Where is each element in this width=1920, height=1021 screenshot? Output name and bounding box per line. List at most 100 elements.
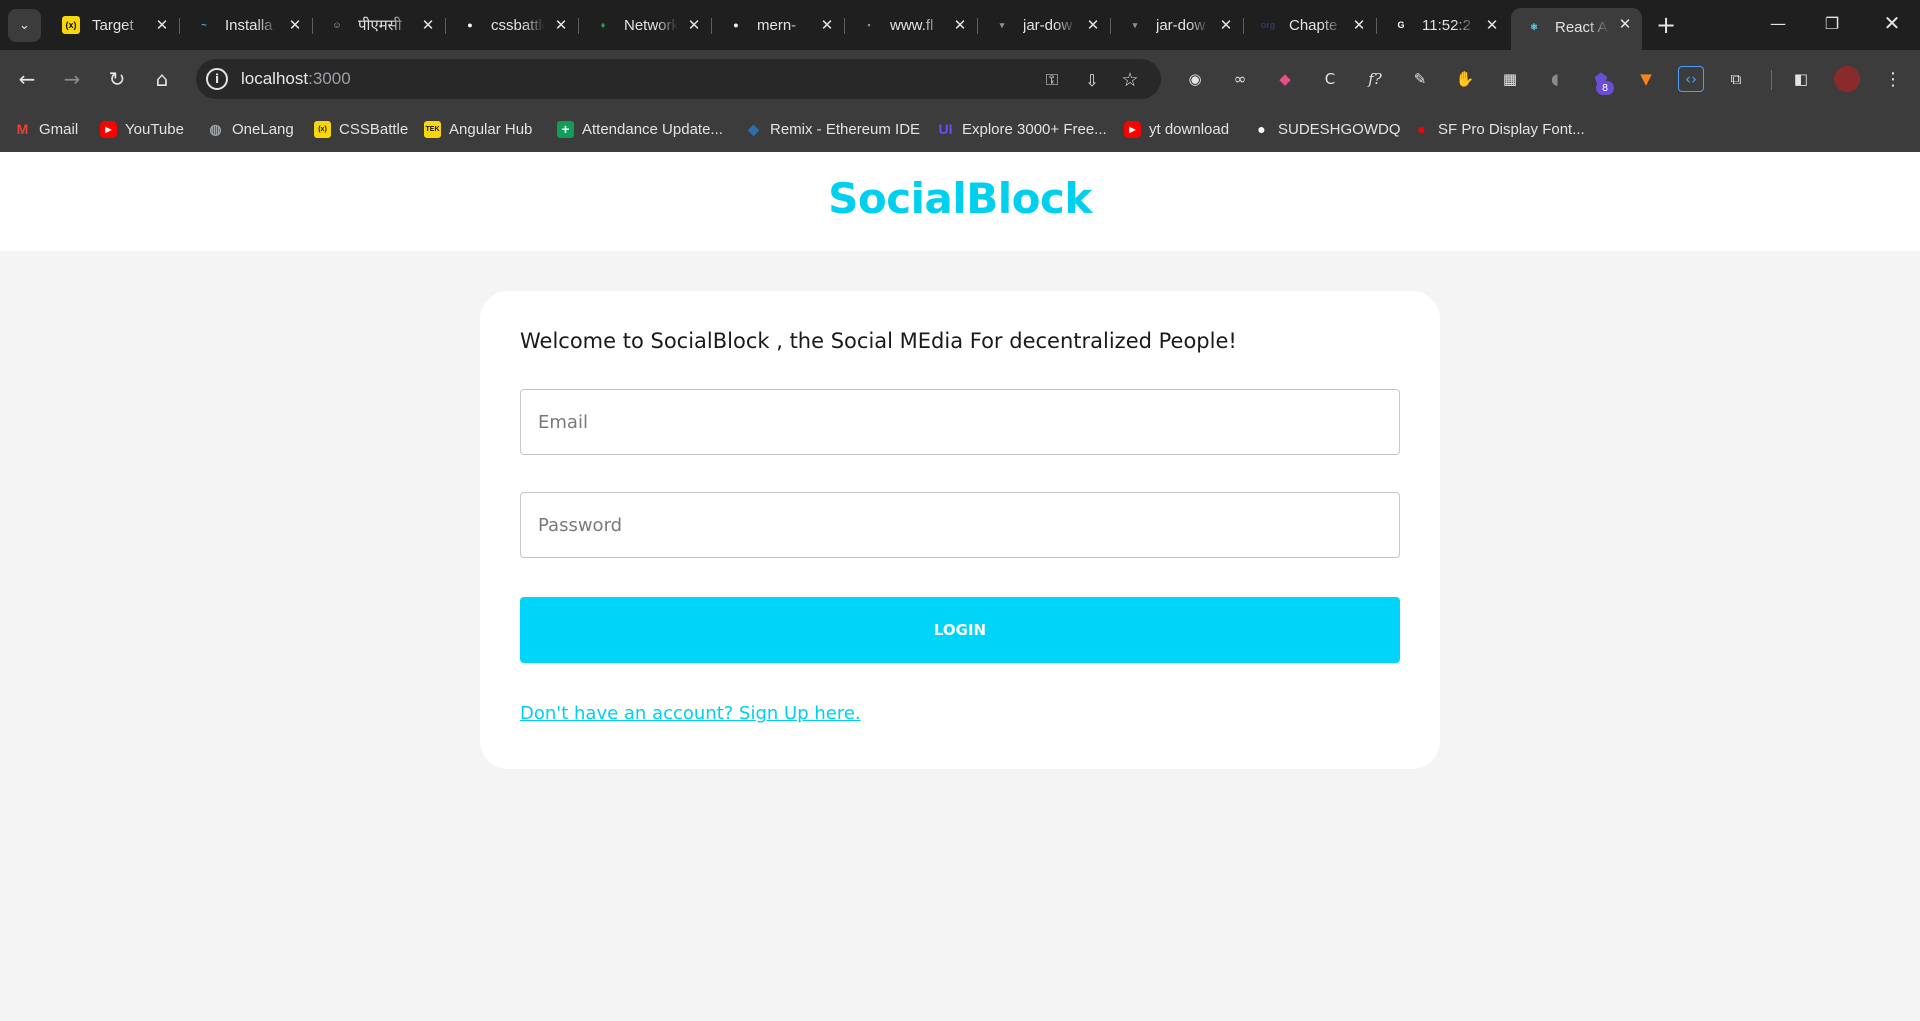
close-tab-icon[interactable]: ✕ xyxy=(286,16,304,34)
close-tab-icon[interactable]: ✕ xyxy=(1616,15,1634,33)
home-button[interactable]: ⌂ xyxy=(147,64,177,94)
minimize-button[interactable]: — xyxy=(1752,8,1804,38)
browser-tab[interactable]: (x) Target ✕ xyxy=(48,10,180,40)
password-field[interactable] xyxy=(520,492,1400,558)
bookmark-item[interactable]: TEK Angular Hub xyxy=(424,117,532,141)
close-tab-icon[interactable]: ✕ xyxy=(818,16,836,34)
tab-title: cssbattle xyxy=(491,16,545,34)
key-icon[interactable]: ⚿ xyxy=(1040,69,1064,91)
new-tab-button[interactable]: + xyxy=(1651,10,1681,40)
tab-title: पीएमसी xyxy=(358,17,402,34)
restore-button[interactable]: ❐ xyxy=(1806,8,1858,38)
fonts-extension-icon[interactable]: f? xyxy=(1362,66,1388,92)
close-tab-icon[interactable]: ✕ xyxy=(1350,16,1368,34)
login-card: Welcome to SocialBlock , the Social MEdi… xyxy=(480,291,1440,769)
tab-title: jar-dow xyxy=(1156,16,1206,34)
github-icon: ● xyxy=(467,20,473,30)
close-window-button[interactable]: ✕ xyxy=(1866,8,1918,38)
bookmark-star-icon[interactable]: ☆ xyxy=(1118,69,1142,91)
css-extension-icon[interactable]: C xyxy=(1317,66,1343,92)
browser-tab[interactable]: ▾ jar-dow ✕ xyxy=(979,10,1111,40)
block-extension-icon[interactable]: ✋ xyxy=(1452,66,1478,92)
side-panel-icon[interactable]: ◧ xyxy=(1788,66,1814,92)
calendar-extension-icon[interactable]: ▦ xyxy=(1497,66,1523,92)
browser-menu-icon[interactable]: ⋮ xyxy=(1880,66,1906,92)
bookmark-item[interactable]: + Attendance Update... xyxy=(557,117,723,141)
login-button[interactable]: LOGIN xyxy=(520,597,1400,663)
bookmark-item[interactable]: ◆ Remix - Ethereum IDE xyxy=(745,117,920,141)
google-icon: G xyxy=(1397,20,1405,30)
browser-tab[interactable]: G 11:52:2 ✕ xyxy=(1378,10,1509,40)
cssbattle-icon: (x) xyxy=(314,120,331,138)
color-picker-extension-icon[interactable]: ◆ xyxy=(1272,66,1298,92)
camera-extension-icon[interactable]: ◉ xyxy=(1182,66,1208,92)
email-field[interactable] xyxy=(520,389,1400,455)
browser-tab[interactable]: ♦ Network ✕ xyxy=(580,10,712,40)
address-url[interactable]: localhost:3000 xyxy=(241,69,351,89)
close-tab-icon[interactable]: ✕ xyxy=(951,16,969,34)
browser-tab[interactable]: ☺ पीएमसी ✕ xyxy=(314,10,446,40)
gmail-icon: M xyxy=(16,121,29,137)
bookmark-label: Explore 3000+ Free... xyxy=(962,120,1107,138)
close-tab-icon[interactable]: ✕ xyxy=(1084,16,1102,34)
reload-button[interactable]: ↻ xyxy=(102,64,132,94)
close-tab-icon[interactable]: ✕ xyxy=(552,16,570,34)
browser-tab[interactable]: ▾ jar-dow ✕ xyxy=(1112,10,1244,40)
bookmark-item[interactable]: ▶ YouTube xyxy=(100,117,184,141)
back-button[interactable]: ← xyxy=(12,64,42,94)
bookmark-item[interactable]: M Gmail xyxy=(14,117,79,141)
bookmark-label: Gmail xyxy=(39,120,79,138)
tab-divider xyxy=(1243,18,1244,34)
bookmark-item[interactable]: ▶ yt download xyxy=(1124,117,1229,141)
download-icon: ▾ xyxy=(1132,19,1138,30)
org-icon: org xyxy=(1260,20,1276,30)
mongodb-leaf-icon: ♦ xyxy=(600,20,606,30)
tab-title: www.fl xyxy=(890,16,934,34)
bookmark-item[interactable]: (x) CSSBattle xyxy=(314,117,408,141)
glasses-extension-icon[interactable]: ∞ xyxy=(1227,66,1253,92)
bookmark-label: YouTube xyxy=(125,120,184,138)
tab-search-button[interactable]: ⌄ xyxy=(8,9,41,42)
metamask-extension-icon[interactable]: ▼ xyxy=(1633,66,1659,92)
xd-icon: (x) xyxy=(62,16,80,34)
tab-title: jar-dow xyxy=(1023,16,1073,34)
tab-divider xyxy=(977,18,978,34)
bookmark-item[interactable]: ● SUDESHGOWDQ xyxy=(1253,117,1401,141)
close-tab-icon[interactable]: ✕ xyxy=(419,16,437,34)
tab-title: Chapte xyxy=(1289,16,1338,34)
tab-divider xyxy=(179,18,180,34)
bookmark-item[interactable]: ● SF Pro Display Font... xyxy=(1413,117,1585,141)
close-tab-icon[interactable]: ✕ xyxy=(685,16,703,34)
file-icon: ▪ xyxy=(867,20,871,30)
site-info-icon[interactable]: i xyxy=(206,68,228,90)
extensions-puzzle-icon[interactable]: ⧉ xyxy=(1723,66,1749,92)
download-icon: ▾ xyxy=(999,19,1005,30)
browser-tab[interactable]: ● cssbattle ✕ xyxy=(447,10,579,40)
bookmark-label: SF Pro Display Font... xyxy=(1438,120,1585,138)
signup-link[interactable]: Don't have an account? Sign Up here. xyxy=(520,703,861,724)
bookmark-item[interactable]: ◍ OneLang xyxy=(207,117,294,141)
install-app-icon[interactable]: ⇩ xyxy=(1080,69,1104,91)
bookmark-label: SUDESHGOWDQ xyxy=(1278,120,1401,138)
close-tab-icon[interactable]: ✕ xyxy=(1217,16,1235,34)
close-tab-icon[interactable]: ✕ xyxy=(153,16,171,34)
mouse-extension-icon[interactable]: ◖ xyxy=(1542,66,1568,92)
address-bar[interactable]: i localhost:3000 ⚿ ⇩ ☆ xyxy=(196,59,1161,99)
devtools-extension-icon[interactable]: ‹› xyxy=(1678,66,1704,92)
profile-avatar[interactable] xyxy=(1834,66,1860,92)
bookmark-item[interactable]: UI Explore 3000+ Free... xyxy=(937,117,1107,141)
tailwind-icon: ~ xyxy=(201,20,207,30)
browser-tab[interactable]: org Chapte ✕ xyxy=(1245,10,1377,40)
welcome-text: Welcome to SocialBlock , the Social MEdi… xyxy=(520,329,1237,353)
browser-tab[interactable]: ⚛ React A ✕ xyxy=(1511,8,1642,50)
browser-tab[interactable]: ▪ www.fl ✕ xyxy=(846,10,978,40)
tab-strip: ⌄ (x) Target ✕ ~ Installa ✕ ☺ पीएमसी ✕ ● cssbattle… xyxy=(0,0,1920,50)
forward-button[interactable]: → xyxy=(57,64,87,94)
browser-tab[interactable]: ● mern- ✕ xyxy=(713,10,845,40)
eyedropper-extension-icon[interactable]: ✎ xyxy=(1407,66,1433,92)
browser-tab[interactable]: ~ Installa ✕ xyxy=(181,10,313,40)
bookmark-label: OneLang xyxy=(232,120,294,138)
avatar-icon: ☺ xyxy=(332,20,342,30)
bookmark-label: Angular Hub xyxy=(449,120,533,138)
close-tab-icon[interactable]: ✕ xyxy=(1483,16,1501,34)
